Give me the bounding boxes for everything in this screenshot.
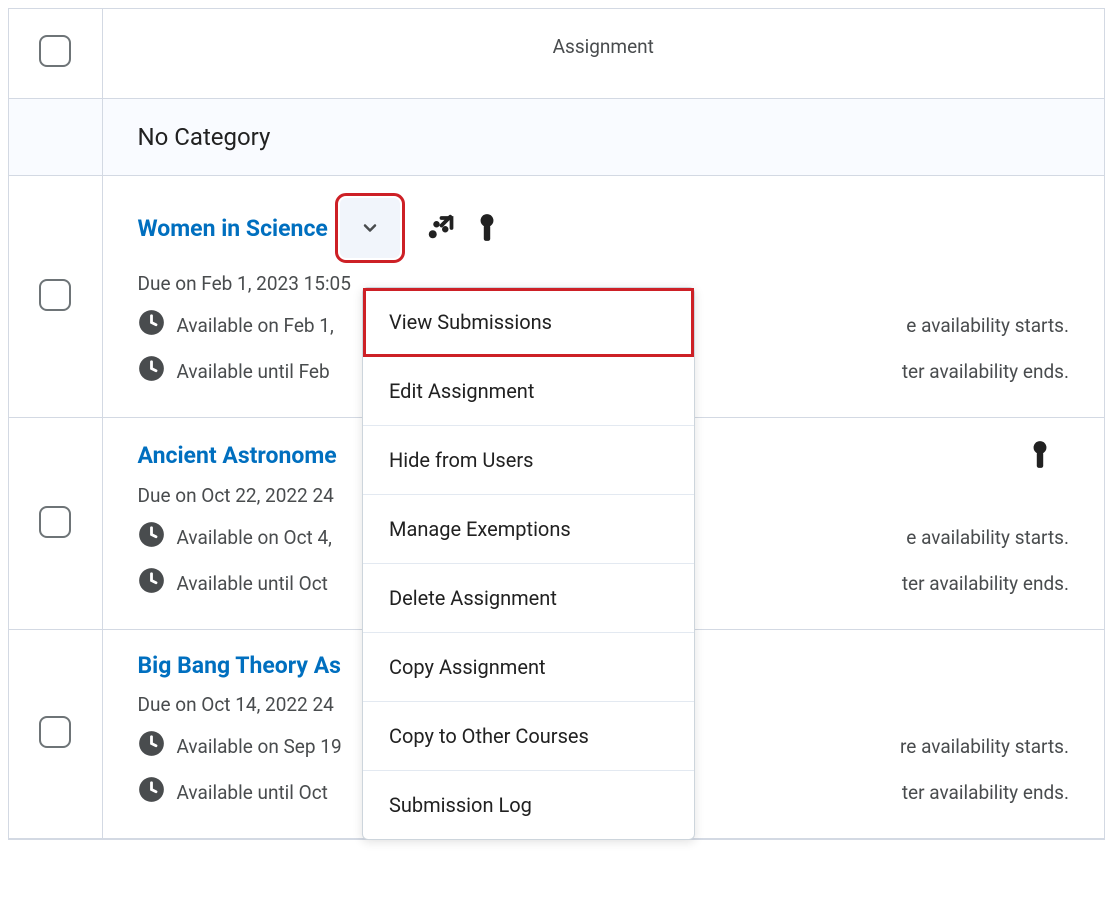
menu-edit-assignment[interactable]: Edit Assignment: [363, 357, 694, 426]
availability-start-text-right: re availability starts.: [900, 735, 1069, 758]
clock-icon: [138, 776, 165, 808]
select-all-checkbox[interactable]: [39, 35, 71, 67]
menu-submission-log[interactable]: Submission Log: [363, 771, 694, 839]
clock-icon: [138, 521, 165, 553]
clock-icon: [138, 355, 165, 387]
category-label: No Category: [102, 99, 1104, 176]
availability-end-text-right: ter availability ends.: [902, 781, 1069, 804]
availability-end-text-right: ter availability ends.: [902, 572, 1069, 595]
assignment-link[interactable]: Women in Science: [138, 215, 328, 242]
availability-start-text-right: e availability starts.: [906, 526, 1069, 549]
clock-icon: [138, 309, 165, 341]
clock-icon: [138, 567, 165, 599]
availability-start-text-left: Available on Sep 19: [177, 735, 342, 758]
assignments-table-wrapper: Assignment No Category Women in Science: [8, 8, 1105, 840]
availability-start-text-left: Available on Oct 4,: [177, 526, 332, 549]
clock-icon: [138, 730, 165, 762]
row-checkbox[interactable]: [39, 506, 71, 538]
category-row: No Category: [9, 99, 1104, 176]
menu-view-submissions[interactable]: View Submissions: [363, 288, 694, 357]
chevron-down-icon: [360, 218, 380, 238]
header-assignment: Assignment: [102, 9, 1104, 99]
award-icon[interactable]: [478, 213, 496, 243]
assignment-link[interactable]: Ancient Astronome: [138, 442, 337, 469]
availability-end-text-right: ter availability ends.: [902, 360, 1069, 383]
menu-copy-assignment[interactable]: Copy Assignment: [363, 633, 694, 702]
availability-end-text-left: Available until Oct: [177, 572, 328, 595]
assignment-link[interactable]: Big Bang Theory As: [138, 652, 341, 679]
row-checkbox[interactable]: [39, 716, 71, 748]
menu-hide-from-users[interactable]: Hide from Users: [363, 426, 694, 495]
availability-end-text-left: Available until Oct: [177, 781, 328, 804]
availability-start-text-right: e availability starts.: [906, 314, 1069, 337]
menu-delete-assignment[interactable]: Delete Assignment: [363, 564, 694, 633]
menu-copy-to-other-courses[interactable]: Copy to Other Courses: [363, 702, 694, 771]
menu-manage-exemptions[interactable]: Manage Exemptions: [363, 495, 694, 564]
actions-context-menu: View Submissions Edit Assignment Hide fr…: [362, 287, 695, 840]
availability-end-text-left: Available until Feb: [177, 360, 330, 383]
actions-menu-button[interactable]: [340, 198, 400, 258]
header-check-cell: [9, 9, 102, 99]
row-checkbox[interactable]: [39, 279, 71, 311]
learning-objectives-icon[interactable]: [424, 213, 454, 243]
award-icon[interactable]: [1031, 440, 1049, 470]
availability-start-text-left: Available on Feb 1,: [177, 314, 334, 337]
